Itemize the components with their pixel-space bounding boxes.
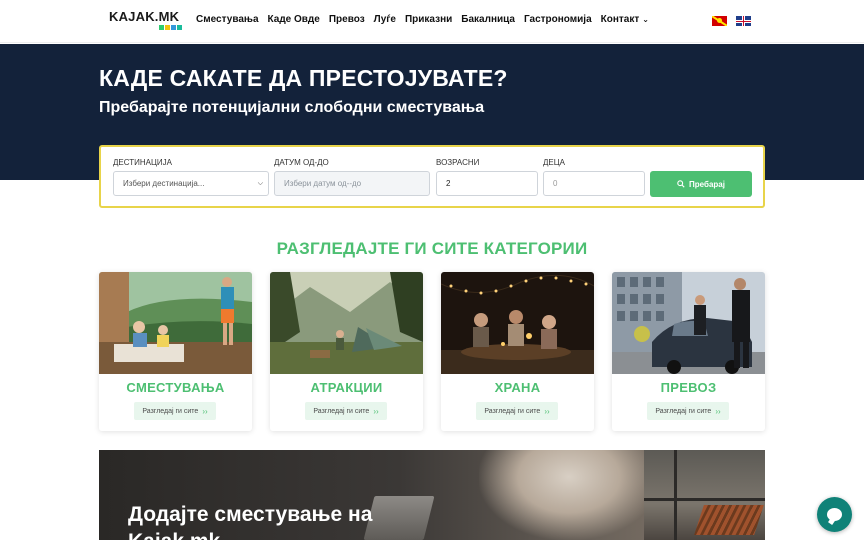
nav-item-contact[interactable]: Контакт ⌄ (601, 14, 649, 25)
adults-value: 2 (446, 179, 451, 188)
nav-item-stories[interactable]: Приказни (405, 14, 452, 25)
date-range-field[interactable]: Избери датум од--до (274, 171, 430, 196)
kids-input[interactable]: 0 (543, 171, 645, 196)
site-header: KAJAK.MK Сместувања Каде Овде Превоз Луѓ… (0, 0, 864, 43)
category-cards: СМЕСТУВАЊА Разгледај ги сите ›› АТРАКЦИИ … (99, 272, 765, 432)
category-card-attractions[interactable]: АТРАКЦИИ Разгледај ги сите ›› (270, 272, 423, 431)
search-button-label: Пребарај (689, 179, 725, 189)
uk-flag-icon[interactable] (736, 16, 751, 26)
nav-item-gastronomy[interactable]: Гастрономија (524, 14, 592, 25)
view-all-accommodations-button[interactable]: Разгледај ги сите ›› (134, 402, 216, 420)
banner-title: Додајте сместување на Kajak.mk (128, 503, 373, 540)
transport-image (612, 272, 765, 374)
view-all-food-button[interactable]: Разгледај ги сите ›› (476, 402, 558, 420)
nav-item-grocery[interactable]: Бакалница (461, 14, 515, 25)
nav-item-accommodations[interactable]: Сместувања (196, 14, 259, 25)
chevron-right-icon: ›› (373, 406, 379, 416)
categories-title: РАЗГЛЕДАЈТЕ ГИ СИТЕ КАТЕГОРИИ (276, 239, 588, 258)
language-switcher (712, 16, 751, 26)
destination-label: ДЕСТИНАЦИЈА (113, 158, 173, 167)
adults-input[interactable]: 2 (436, 171, 538, 196)
adults-label: ВОЗРАСНИ (436, 158, 480, 167)
search-icon (677, 180, 685, 188)
hero-subtitle: Пребарајте потенцијални слободни сместув… (99, 99, 485, 116)
view-all-transport-button[interactable]: Разгледај ги сите ›› (647, 402, 729, 420)
view-all-label: Разгледај ги сите (484, 407, 541, 415)
nav-item-where-here[interactable]: Каде Овде (268, 14, 320, 25)
view-all-label: Разгледај ги сите (142, 407, 199, 415)
kids-value: 0 (553, 179, 558, 188)
food-image (441, 272, 594, 374)
chat-widget-button[interactable] (817, 497, 852, 532)
kids-label: ДЕЦА (543, 158, 566, 167)
view-all-attractions-button[interactable]: Разгледај ги сите ›› (305, 402, 387, 420)
accommodations-image (99, 272, 252, 374)
search-button[interactable]: Пребарај (650, 171, 752, 197)
dates-label: ДАТУМ ОД-ДО (274, 158, 329, 167)
chevron-down-icon: ⌵ (257, 180, 263, 187)
nav-item-contact-label: Контакт (600, 14, 640, 25)
nav-item-transport[interactable]: Превоз (329, 14, 365, 25)
banner-photo (479, 450, 659, 540)
search-form: ДЕСТИНАЦИЈА Избери дестинација... ⌵ ДАТУ… (99, 145, 765, 208)
mk-flag-icon[interactable] (712, 16, 727, 26)
chevron-down-icon: ⌄ (642, 15, 649, 24)
hero-title: КАДЕ САКАТЕ ДА ПРЕСТОЈУВАТЕ? (99, 65, 508, 91)
nav-item-people[interactable]: Луѓе (374, 14, 396, 25)
category-title-accommodations: СМЕСТУВАЊА (126, 380, 225, 395)
category-title-food: ХРАНА (494, 380, 541, 395)
add-accommodation-banner: Додајте сместување на Kajak.mk (99, 450, 765, 540)
view-all-label: Разгледај ги сите (313, 407, 370, 415)
category-title-transport: ПРЕВОЗ (660, 380, 717, 395)
view-all-label: Разгледај ги сите (655, 407, 712, 415)
destination-value: Избери дестинација... (123, 179, 205, 188)
category-title-attractions: АТРАКЦИИ (310, 380, 383, 395)
date-range-placeholder: Избери датум од--до (284, 179, 362, 188)
chat-bubble-icon (827, 508, 842, 521)
destination-select[interactable]: Избери дестинација... ⌵ (113, 171, 269, 196)
attractions-image (270, 272, 423, 374)
chevron-right-icon: ›› (202, 406, 208, 416)
chevron-right-icon: ›› (544, 406, 550, 416)
category-card-food[interactable]: ХРАНА Разгледај ги сите ›› (441, 272, 594, 431)
category-card-accommodations[interactable]: СМЕСТУВАЊА Разгледај ги сите ›› (99, 272, 252, 431)
site-logo[interactable]: KAJAK.MK (109, 10, 182, 32)
category-card-transport[interactable]: ПРЕВОЗ Разгледај ги сите ›› (612, 272, 765, 431)
logo-color-bar (159, 25, 182, 30)
chevron-right-icon: ›› (715, 406, 721, 416)
main-nav: Сместувања Каде Овде Превоз Луѓе Приказн… (196, 14, 649, 25)
logo-text: KAJAK.MK (109, 9, 180, 24)
